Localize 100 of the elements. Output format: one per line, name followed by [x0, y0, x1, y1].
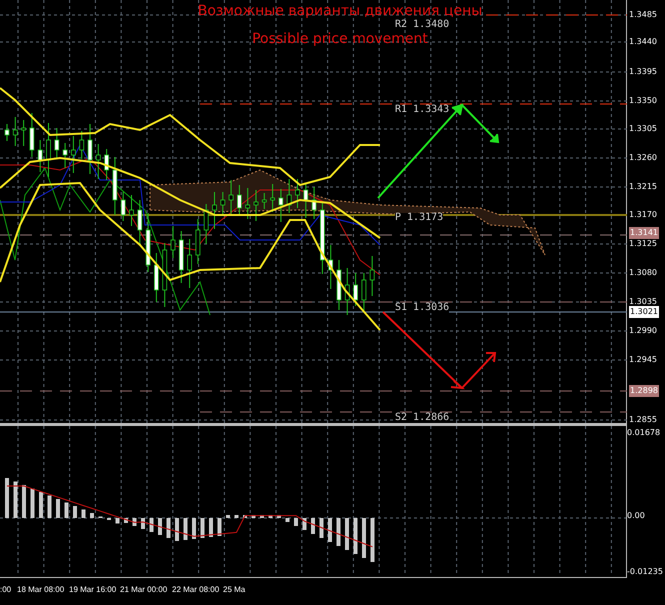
- histogram-bar: [209, 518, 213, 537]
- price-tick-label: 1.3395: [629, 66, 657, 78]
- candlestick: [162, 242, 168, 308]
- price-marker-label: 1.3021: [629, 306, 659, 318]
- histogram-bar: [158, 518, 162, 535]
- candlestick: [154, 252, 159, 302]
- price-tick-label: 1.3035: [629, 296, 657, 308]
- price-tick-label: 1.3080: [629, 267, 657, 279]
- histogram-bar: [56, 499, 60, 518]
- histogram-bar: [328, 518, 332, 542]
- candlestick: [204, 204, 209, 244]
- histogram-bar: [243, 515, 247, 518]
- candlestick: [254, 190, 258, 222]
- candlestick: [353, 272, 358, 306]
- candlestick: [220, 192, 226, 216]
- histogram-bar: [345, 518, 349, 550]
- price-marker-label: 1.3141: [629, 227, 659, 239]
- candlestick: [170, 226, 176, 258]
- candlestick: [196, 218, 200, 264]
- candlestick: [228, 180, 234, 216]
- candlestick: [245, 188, 250, 220]
- time-axis-label: 25 Ma: [223, 585, 246, 594]
- candlestick: [120, 192, 126, 222]
- price-tick-label: 1.3170: [629, 209, 657, 221]
- candlestick: [312, 186, 316, 220]
- price-tick-label: 1.3260: [629, 152, 657, 164]
- histogram-bar: [268, 515, 272, 518]
- candlestick: [278, 188, 284, 222]
- indicator-tick-label: -0.01235: [627, 566, 663, 578]
- chart-subtitle: Possible price movement: [252, 31, 428, 47]
- candlestick: [336, 260, 342, 310]
- histogram-bar: [14, 482, 18, 518]
- histogram-bar: [82, 510, 86, 518]
- candlestick: [328, 244, 334, 290]
- histogram-bar: [362, 518, 366, 558]
- candlestick: [178, 230, 184, 284]
- price-tick-label: 1.2855: [629, 414, 657, 426]
- price-tick-label: 1.3350: [629, 95, 657, 107]
- indicator-tick-label: 0.01678: [627, 427, 660, 439]
- histogram-bar: [200, 518, 204, 538]
- candlestick: [21, 120, 26, 146]
- time-axis-label: 18 Mar 08:00: [17, 585, 64, 594]
- pivot-level-label: S2 1.2866: [395, 413, 450, 423]
- candlestick: [237, 184, 242, 214]
- price-tick-label: 1.3215: [629, 181, 657, 193]
- candlestick: [112, 156, 118, 216]
- histogram-bar: [192, 518, 196, 539]
- candlestick: [344, 268, 350, 316]
- candlestick: [62, 142, 68, 168]
- candlestick: [146, 212, 150, 272]
- candlestick: [303, 184, 308, 218]
- candlestick: [370, 256, 375, 296]
- candlestick: [54, 128, 60, 158]
- histogram-bar: [116, 518, 120, 524]
- histogram-bar: [311, 518, 315, 534]
- price-tick-label: 1.2945: [629, 354, 657, 366]
- candlestick: [262, 192, 267, 210]
- histogram-bar: [260, 515, 264, 518]
- price-tick-label: 1.3125: [629, 238, 657, 250]
- candlestick: [71, 136, 76, 174]
- histogram-bar: [64, 502, 68, 518]
- candlestick: [46, 122, 51, 178]
- histogram-bar: [277, 515, 281, 518]
- histogram-bar: [354, 518, 358, 554]
- price-tick-label: 1.3485: [629, 9, 657, 21]
- chart-title: Возможные варианты движения цены: [198, 3, 482, 19]
- histogram-bar: [166, 518, 170, 538]
- candlestick: [4, 124, 10, 142]
- histogram-bar: [73, 506, 77, 518]
- price-marker-label: 1.2898: [629, 385, 659, 397]
- pivot-level-label: S1 1.3036: [395, 303, 450, 313]
- histogram-bar: [234, 515, 238, 518]
- histogram-bar: [48, 496, 52, 518]
- price-tick-label: 1.3440: [629, 36, 657, 48]
- histogram-bar: [22, 485, 26, 518]
- histogram-bar: [90, 513, 94, 518]
- pivot-level-label: R2 1.3480: [395, 20, 450, 30]
- candlestick: [104, 148, 109, 180]
- time-axis-label: 21 Mar 00:00: [120, 585, 168, 594]
- histogram-bar: [141, 518, 145, 529]
- pivot-level-label: P 1.3173: [395, 213, 444, 223]
- candlestick: [295, 178, 300, 208]
- time-axis-label: 19 Mar 16:00: [69, 585, 116, 594]
- candlestick: [96, 144, 101, 180]
- histogram-bar: [336, 518, 340, 546]
- histogram-bar: [218, 518, 222, 536]
- candlestick: [30, 112, 34, 158]
- candlestick: [12, 116, 18, 146]
- price-tick-label: 1.3305: [629, 123, 657, 135]
- histogram-bar: [226, 515, 230, 518]
- price-tick-label: 1.2990: [629, 325, 657, 337]
- candlestick: [88, 124, 92, 174]
- candlestick: [362, 272, 366, 312]
- histogram-bar: [30, 488, 34, 518]
- histogram-bar: [294, 518, 298, 526]
- candlestick: [137, 200, 142, 246]
- histogram-bar: [370, 518, 374, 562]
- candlestick: [187, 238, 192, 288]
- histogram-bar: [39, 492, 43, 518]
- candlestick: [38, 140, 43, 172]
